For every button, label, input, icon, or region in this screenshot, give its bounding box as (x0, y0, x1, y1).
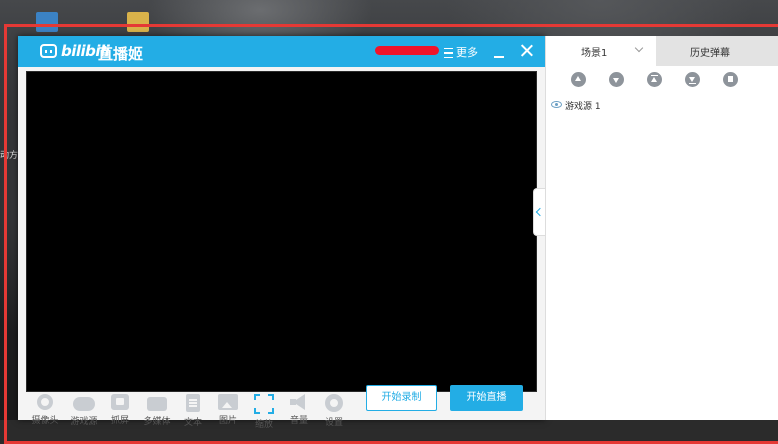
delete-icon[interactable] (723, 72, 738, 87)
source-label: 游戏源 1 (565, 102, 601, 112)
desktop-side-text: 动方 (0, 151, 19, 161)
image-icon (218, 394, 238, 410)
more-label: 更多 (456, 46, 478, 59)
tool-text[interactable]: 文本 (176, 394, 210, 428)
tool-image[interactable]: 图片 (211, 394, 245, 426)
app-logo: bilibili 直播姬 (40, 42, 160, 63)
live-app-window: bilibili 直播姬 更多 摄像头 游戏源 抓屏 多媒体 文本 图片 缩放 … (18, 36, 545, 430)
tool-label: 缩放 (254, 420, 273, 430)
zoom-icon (254, 394, 274, 414)
media-icon (147, 397, 167, 411)
logo-subtitle: 直播姬 (98, 45, 144, 63)
tool-label: 设置 (324, 418, 343, 428)
tool-label: 文本 (183, 418, 202, 428)
screen-capture-icon (111, 394, 129, 410)
minimize-button[interactable] (494, 56, 504, 58)
history-tab-label: 历史弹幕 (690, 48, 730, 59)
gamepad-icon (73, 397, 95, 411)
scene-tab-label: 场景1 (581, 48, 608, 59)
desktop-folder-icon[interactable] (127, 12, 149, 32)
scene-tools (546, 70, 778, 92)
move-bottom-icon[interactable] (685, 72, 700, 87)
move-down-icon[interactable] (609, 72, 624, 87)
more-menu-button[interactable]: 更多 (444, 44, 478, 60)
redacted-username (375, 46, 439, 55)
start-live-button[interactable]: 开始直播 (450, 385, 523, 411)
desktop-shortcut-icon[interactable] (36, 12, 58, 32)
panel-collapse-toggle[interactable] (533, 188, 545, 236)
eye-icon[interactable] (551, 101, 562, 108)
tool-media[interactable]: 多媒体 (140, 394, 174, 427)
tool-camera[interactable]: 摄像头 (28, 394, 62, 426)
titlebar: bilibili 直播姬 更多 (18, 36, 545, 67)
tool-game-source[interactable]: 游戏源 (67, 394, 101, 427)
tab-scene[interactable]: 场景1 (546, 36, 656, 66)
volume-icon (290, 394, 308, 410)
tool-settings[interactable]: 设置 (317, 394, 351, 428)
chevron-down-icon[interactable] (634, 43, 644, 53)
tool-label: 多媒体 (143, 417, 171, 427)
menu-icon (444, 48, 453, 58)
tab-history-danmaku[interactable]: 历史弹幕 (656, 36, 778, 66)
tv-logo-icon (40, 44, 57, 58)
tool-volume[interactable]: 音量 (282, 394, 316, 426)
tool-label: 游戏源 (70, 417, 98, 427)
camera-icon (37, 394, 53, 410)
move-top-icon[interactable] (647, 72, 662, 87)
panel-tabs: 场景1 历史弹幕 (546, 36, 778, 66)
stream-preview[interactable] (26, 71, 537, 392)
tool-zoom[interactable]: 缩放 (247, 394, 281, 430)
scene-panel: 场景1 历史弹幕 游戏源 1 (545, 36, 778, 420)
text-icon (186, 394, 200, 412)
tool-screen-capture[interactable]: 抓屏 (103, 394, 137, 426)
move-up-icon[interactable] (571, 72, 586, 87)
close-button[interactable] (520, 44, 533, 57)
start-recording-button[interactable]: 开始录制 (366, 385, 437, 411)
gear-icon (325, 394, 343, 412)
